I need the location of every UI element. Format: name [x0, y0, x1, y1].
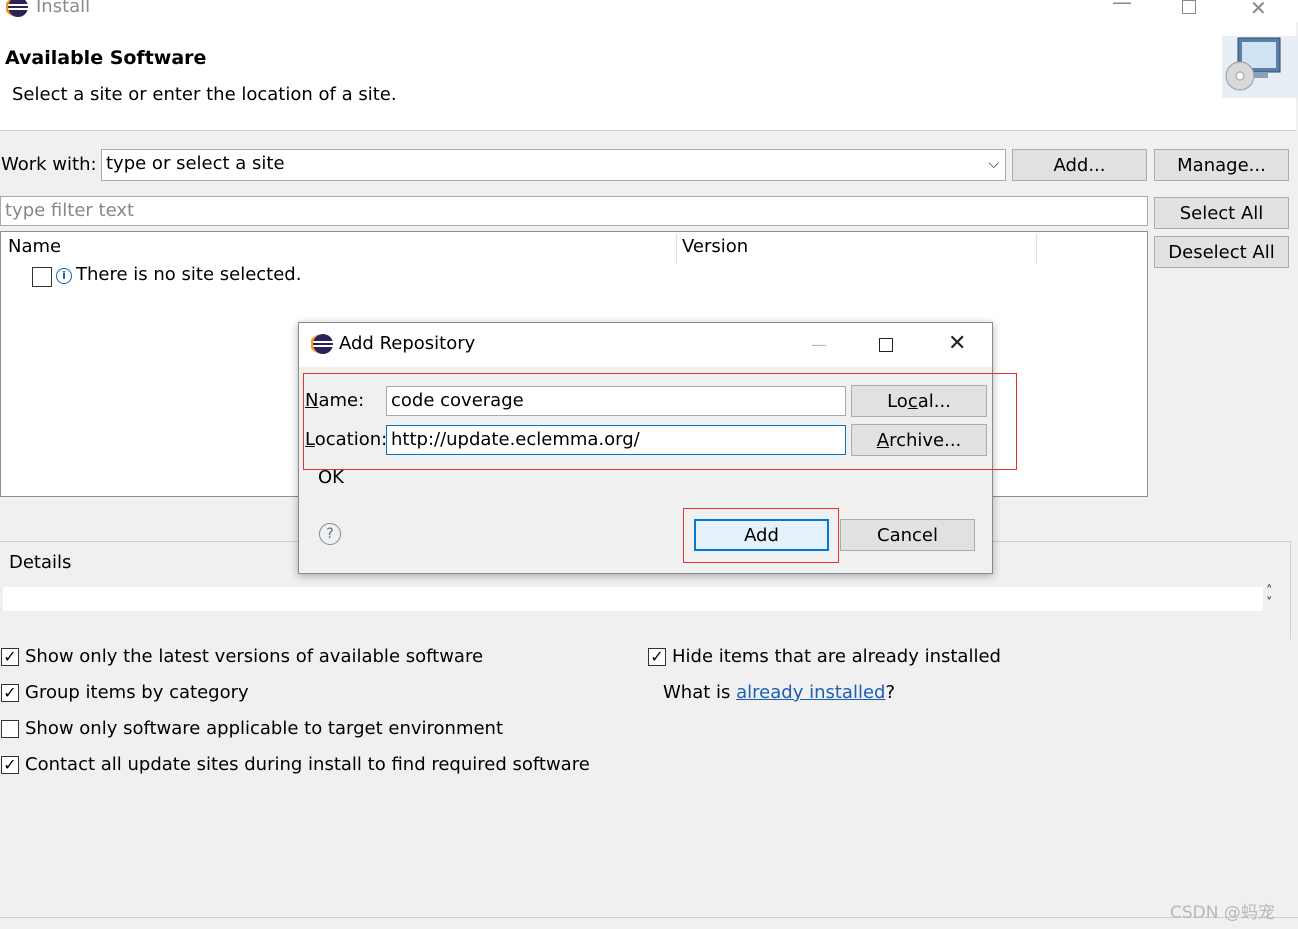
row-checkbox[interactable] — [32, 267, 52, 287]
location-label-rest: ocation: — [314, 429, 388, 450]
select-all-button[interactable]: Select All — [1154, 197, 1289, 229]
status-message: OK — [318, 467, 344, 488]
dialog-titlebar: Add Repository — ✕ — [299, 323, 992, 367]
option-label: Show only software applicable to target … — [25, 718, 504, 739]
local-label-pre: Lo — [887, 390, 908, 412]
local-label-post: al... — [917, 390, 951, 412]
row-name: There is no site selected. — [76, 264, 302, 285]
checkbox-checked[interactable]: ✓ — [1, 684, 19, 702]
eclipse-logo-icon — [311, 334, 333, 354]
column-divider — [676, 234, 677, 264]
bottom-separator — [0, 917, 1298, 918]
local-button[interactable]: Lo c al... — [851, 385, 987, 417]
window-titlebar: Install — ✕ — [0, 0, 1298, 22]
maximize-icon[interactable] — [879, 338, 893, 352]
wizard-header — [0, 22, 1296, 131]
column-divider — [1036, 234, 1037, 264]
manage-button[interactable]: Manage... — [1154, 149, 1289, 181]
filter-input[interactable]: type filter text — [0, 196, 1148, 226]
location-mnemonic: L — [305, 429, 315, 450]
page-title: Available Software — [5, 47, 207, 69]
minimize-icon[interactable]: — — [811, 335, 827, 354]
option-label: Show only the latest versions of availab… — [25, 646, 484, 667]
deselect-all-button[interactable]: Deselect All — [1154, 236, 1289, 268]
chevron-down-icon[interactable]: ⌵ — [988, 150, 999, 178]
name-label-rest: ame: — [318, 390, 365, 411]
archive-button[interactable]: Archive... — [851, 424, 987, 456]
name-label: Name: — [305, 390, 364, 411]
archive-mnemonic: A — [876, 429, 890, 451]
cancel-button[interactable]: Cancel — [840, 519, 975, 551]
checkbox-checked[interactable]: ✓ — [1, 756, 19, 774]
location-label: Location: — [305, 429, 387, 450]
already-installed-link[interactable]: already installed — [736, 682, 885, 703]
dialog-title: Add Repository — [339, 333, 476, 354]
install-banner-icon — [1222, 36, 1298, 98]
option-label: Hide items that are already installed — [672, 646, 1001, 667]
name-field[interactable]: code coverage — [386, 386, 846, 416]
checkbox-checked[interactable]: ✓ — [1, 648, 19, 666]
maximize-icon[interactable] — [1182, 0, 1196, 14]
spinner-arrows-icon[interactable]: ˄ ˅ — [1266, 585, 1273, 610]
window-title: Install — [36, 0, 91, 17]
watermark: CSDN @蚂宠 — [1170, 903, 1275, 923]
details-label: Details — [9, 552, 76, 573]
column-header-name[interactable]: Name — [8, 236, 61, 257]
checkbox-checked[interactable]: ✓ — [648, 648, 666, 666]
work-with-label: Work with: — [1, 154, 97, 175]
checkbox-unchecked[interactable] — [1, 720, 19, 738]
add-repository-dialog: Add Repository — ✕ Name: code coverage L… — [298, 322, 1017, 574]
minimize-icon[interactable]: — — [1112, 0, 1132, 14]
what-is-prefix: What is — [663, 682, 737, 703]
work-with-value: type or select a site — [106, 153, 285, 174]
eclipse-logo-icon — [6, 0, 28, 17]
option-label: Group items by category — [25, 682, 249, 703]
archive-label-rest: rchive... — [889, 429, 962, 451]
work-with-combo[interactable]: type or select a site ⌵ — [101, 149, 1006, 181]
location-field[interactable]: http://update.eclemma.org/ — [386, 425, 846, 455]
local-mnemonic: c — [907, 390, 918, 412]
help-icon[interactable]: ? — [319, 523, 341, 545]
add-site-button[interactable]: Add... — [1012, 149, 1147, 181]
info-icon: i — [56, 268, 72, 284]
close-icon[interactable]: ✕ — [1250, 0, 1267, 20]
details-text — [3, 587, 1263, 611]
column-header-version[interactable]: Version — [682, 236, 748, 257]
close-icon[interactable]: ✕ — [948, 331, 966, 356]
option-label: Contact all update sites during install … — [25, 754, 590, 775]
page-subtitle: Select a site or enter the location of a… — [12, 84, 397, 105]
what-is-suffix: ? — [885, 682, 896, 703]
table-row[interactable]: i There is no site selected. — [31, 264, 431, 290]
what-is-installed: What is already installed? — [663, 682, 895, 703]
add-button[interactable]: Add — [694, 519, 829, 551]
name-mnemonic: N — [305, 390, 319, 411]
